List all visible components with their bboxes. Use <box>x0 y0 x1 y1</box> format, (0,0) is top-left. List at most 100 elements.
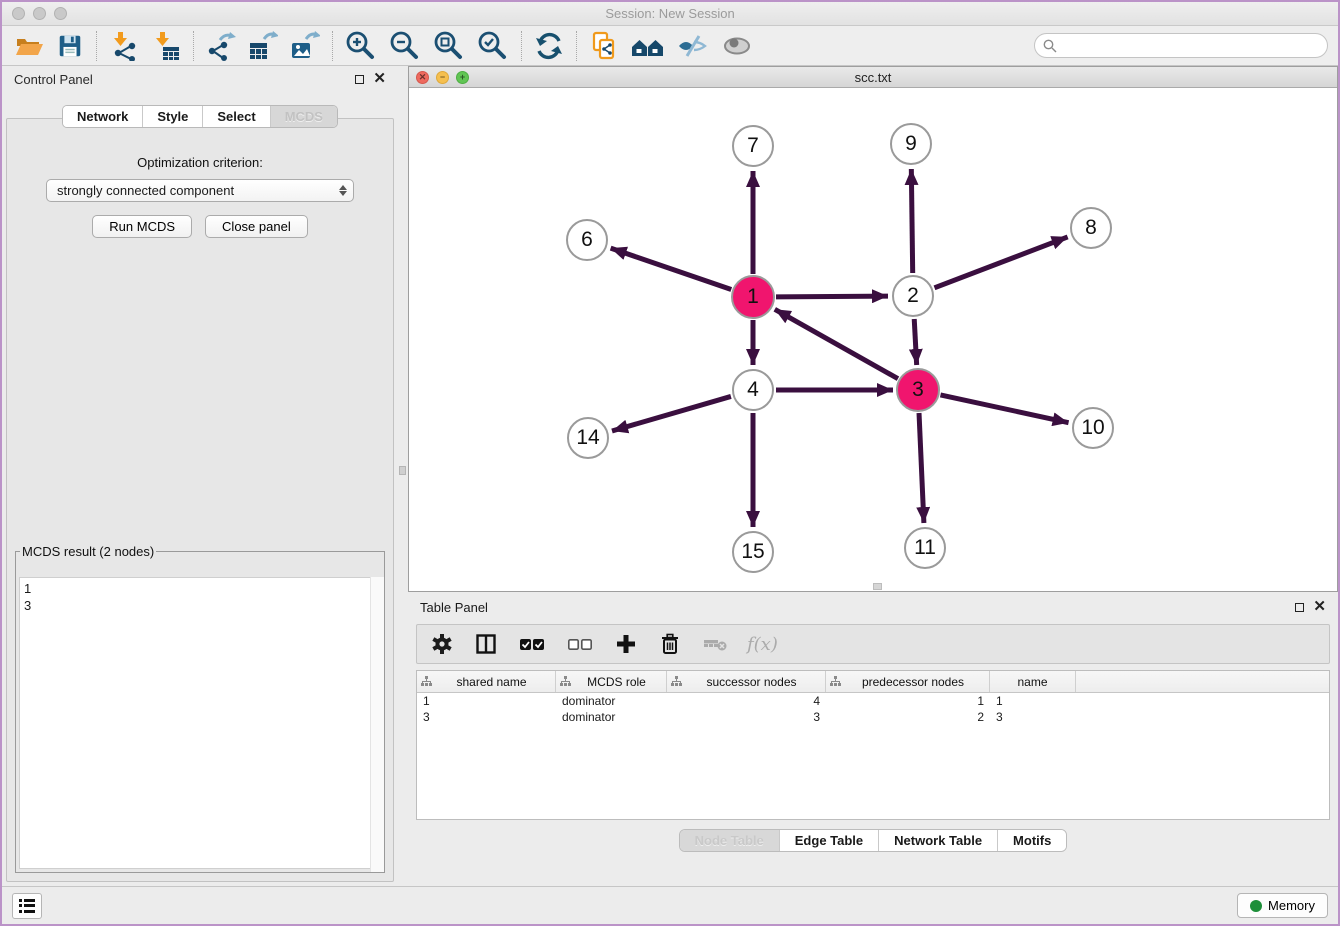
export-image-icon <box>290 31 320 61</box>
network-node-2[interactable]: 2 <box>892 275 934 317</box>
new-network-from-selection-button[interactable] <box>583 29 625 63</box>
add-column-button[interactable] <box>611 633 641 655</box>
import-network-button[interactable] <box>103 29 145 63</box>
close-window-icon[interactable] <box>12 7 25 20</box>
maximize-window-icon[interactable] <box>54 7 67 20</box>
network-edge-3-10[interactable] <box>940 395 1068 423</box>
network-node-1[interactable]: 1 <box>731 275 775 319</box>
control-panel-body: Network Style Select MCDS Optimization c… <box>6 118 394 882</box>
deselect-all-button[interactable] <box>563 633 597 655</box>
column-header-shared-name[interactable]: shared name <box>417 671 556 692</box>
zoom-in-button[interactable] <box>339 28 383 64</box>
tab-style[interactable]: Style <box>143 106 203 127</box>
network-maximize-icon[interactable]: + <box>456 71 469 84</box>
search-field[interactable] <box>1034 33 1328 58</box>
show-all-button[interactable] <box>715 29 759 63</box>
task-history-button[interactable] <box>12 893 42 919</box>
network-node-6[interactable]: 6 <box>566 219 608 261</box>
column-header-successor-nodes[interactable]: successor nodes <box>667 671 826 692</box>
splitter-handle[interactable] <box>399 466 406 475</box>
network-node-10[interactable]: 10 <box>1072 407 1114 449</box>
network-close-icon[interactable]: ✕ <box>416 71 429 84</box>
mcds-result-legend: MCDS result (2 nodes) <box>20 544 156 559</box>
network-view-titlebar[interactable]: ✕ − + scc.txt <box>409 67 1337 88</box>
first-neighbors-button[interactable] <box>625 29 671 63</box>
table-settings-button[interactable] <box>427 633 457 655</box>
mcds-result-text[interactable]: 1 3 <box>19 577 381 869</box>
network-node-9[interactable]: 9 <box>890 123 932 165</box>
horizontal-splitter-handle[interactable] <box>873 583 882 590</box>
export-table-button[interactable] <box>242 29 284 63</box>
apply-layout-button[interactable] <box>528 29 570 63</box>
column-header-predecessor-nodes[interactable]: predecessor nodes <box>826 671 990 692</box>
tab-network[interactable]: Network <box>63 106 143 127</box>
network-edge-1-6[interactable] <box>611 248 732 289</box>
memory-label: Memory <box>1268 898 1315 913</box>
delete-column-button[interactable] <box>655 633 685 655</box>
table-row[interactable]: 1dominator411 <box>417 693 1329 709</box>
tab-network-table[interactable]: Network Table <box>879 830 998 851</box>
memory-button[interactable]: Memory <box>1237 893 1328 918</box>
import-table-button[interactable] <box>145 29 187 63</box>
show-columns-button[interactable] <box>471 633 501 655</box>
table-cell: 1 <box>990 693 1076 709</box>
tab-select[interactable]: Select <box>203 106 270 127</box>
table-cell: dominator <box>556 693 667 709</box>
network-minimize-icon[interactable]: − <box>436 71 449 84</box>
mcds-result-scrollbar[interactable] <box>370 577 384 872</box>
open-file-button[interactable] <box>8 29 50 63</box>
network-canvas[interactable]: 7 9 6 8 1 2 4 3 14 10 15 11 <box>409 88 1337 591</box>
close-panel-icon[interactable]: ✕ <box>373 74 386 84</box>
select-all-button[interactable] <box>515 633 549 655</box>
zoom-selected-button[interactable] <box>471 28 515 64</box>
zoom-in-icon <box>345 30 377 62</box>
zoom-out-button[interactable] <box>383 28 427 64</box>
export-image-button[interactable] <box>284 29 326 63</box>
network-edge-3-1[interactable] <box>775 309 898 378</box>
network-edge-2-9[interactable] <box>911 169 912 273</box>
minimize-window-icon[interactable] <box>33 7 46 20</box>
network-edge-1-2[interactable] <box>776 296 888 297</box>
criterion-select[interactable]: strongly connected component <box>46 179 354 202</box>
tab-mcds[interactable]: MCDS <box>271 106 337 127</box>
function-builder-label[interactable]: f(x) <box>747 634 778 655</box>
network-node-7[interactable]: 7 <box>732 125 774 167</box>
table-body: 1dominator4113dominator323 <box>417 693 1329 725</box>
close-table-panel-icon[interactable]: ✕ <box>1313 602 1326 612</box>
network-node-3[interactable]: 3 <box>896 368 940 412</box>
network-node-8[interactable]: 8 <box>1070 207 1112 249</box>
delete-table-button[interactable] <box>699 633 733 655</box>
network-node-11[interactable]: 11 <box>904 527 946 569</box>
float-panel-icon[interactable] <box>355 75 364 84</box>
tree-icon <box>560 676 571 687</box>
zoom-out-icon <box>389 30 421 62</box>
network-edge-2-8[interactable] <box>934 237 1067 288</box>
table-cell: 3 <box>417 709 556 725</box>
search-icon <box>1043 39 1057 53</box>
toolbar-separator <box>576 31 577 61</box>
zoom-fit-button[interactable] <box>427 28 471 64</box>
tab-node-table[interactable]: Node Table <box>680 830 780 851</box>
network-node-14[interactable]: 14 <box>567 417 609 459</box>
search-input[interactable] <box>1062 38 1327 53</box>
column-header-mcds-role[interactable]: MCDS role <box>556 671 667 692</box>
tab-motifs[interactable]: Motifs <box>998 830 1066 851</box>
network-edge-2-3[interactable] <box>914 319 916 365</box>
hide-selected-button[interactable] <box>671 29 715 63</box>
network-node-15[interactable]: 15 <box>732 531 774 573</box>
zoom-fit-icon <box>433 30 465 62</box>
tab-edge-table[interactable]: Edge Table <box>780 830 879 851</box>
network-node-4[interactable]: 4 <box>732 369 774 411</box>
vertical-splitter[interactable] <box>398 66 408 886</box>
window-title: Session: New Session <box>605 6 734 21</box>
table-row[interactable]: 3dominator323 <box>417 709 1329 725</box>
export-network-button[interactable] <box>200 29 242 63</box>
save-session-button[interactable] <box>50 30 90 62</box>
network-edge-3-11[interactable] <box>919 413 924 523</box>
close-panel-button[interactable]: Close panel <box>205 215 308 238</box>
float-table-panel-icon[interactable] <box>1295 603 1304 612</box>
run-mcds-button[interactable]: Run MCDS <box>92 215 192 238</box>
column-header-name[interactable]: name <box>990 671 1076 692</box>
window-titlebar: Session: New Session <box>2 2 1338 26</box>
network-edge-4-14[interactable] <box>612 396 731 431</box>
